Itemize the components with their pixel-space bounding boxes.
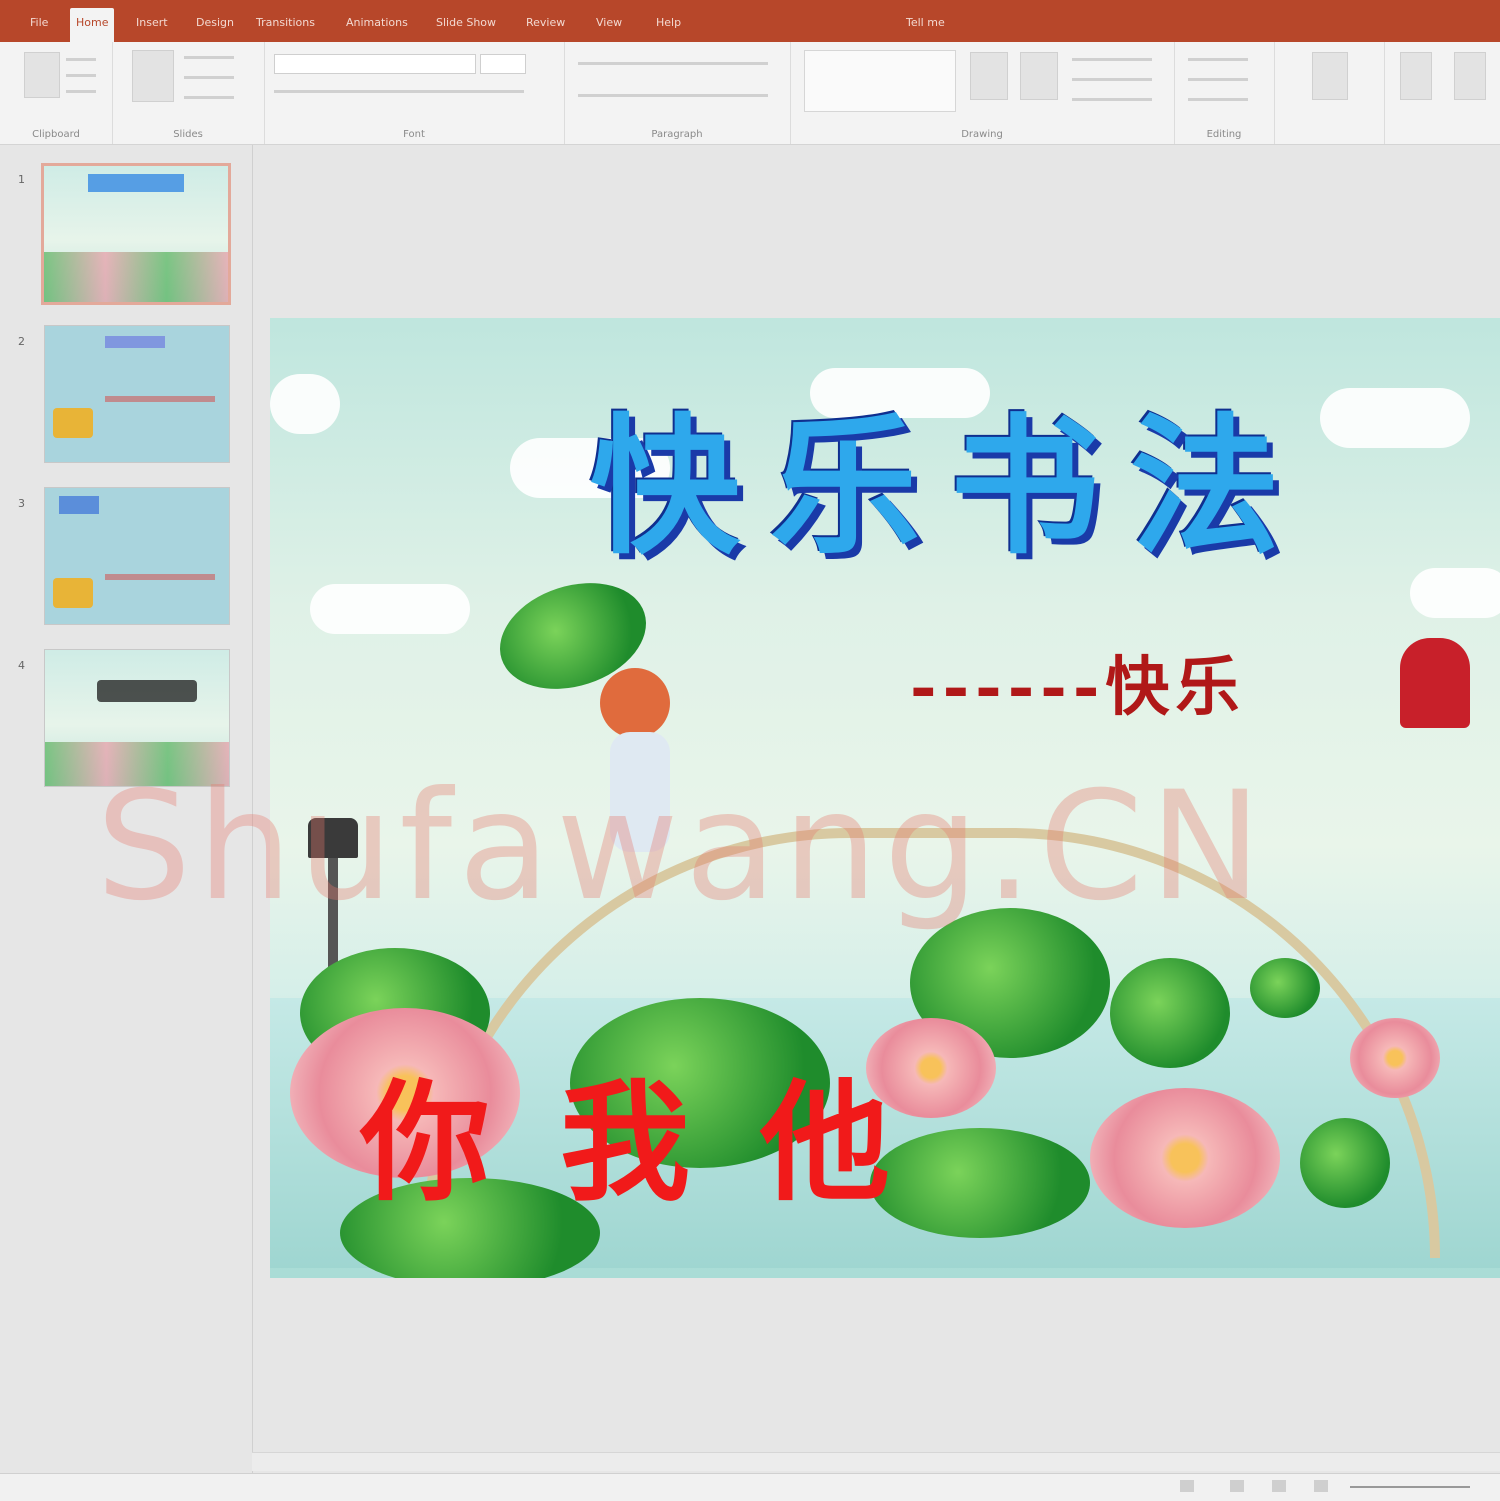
thumbnail-title-mark xyxy=(88,174,184,192)
replace-button[interactable] xyxy=(1188,78,1248,81)
thumbnail-number: 4 xyxy=(18,659,25,672)
tab-review[interactable]: Review xyxy=(520,12,571,34)
alignment-buttons[interactable] xyxy=(578,94,768,97)
cloud-decoration xyxy=(310,584,470,634)
group-extra xyxy=(1384,42,1500,144)
ribbon: Clipboard Slides Font Paragraph Drawing … xyxy=(0,42,1500,145)
cloud-decoration xyxy=(1410,568,1500,618)
group-label-paragraph: Paragraph xyxy=(651,129,703,140)
slide-title[interactable]: 快乐书法 xyxy=(570,366,1330,583)
new-slide-button[interactable] xyxy=(132,50,174,102)
format-painter-button xyxy=(66,90,96,93)
slide-thumbnail-2[interactable] xyxy=(44,325,230,463)
slideshow-icon[interactable] xyxy=(1314,1480,1328,1492)
lotus-flower xyxy=(1090,1088,1280,1228)
design-ideas-button[interactable] xyxy=(1312,52,1348,100)
shapes-gallery[interactable] xyxy=(804,50,956,112)
tab-file[interactable]: File xyxy=(24,12,54,34)
lotus-leaf xyxy=(1250,958,1320,1018)
slide-thumbnail-1[interactable] xyxy=(41,163,231,305)
thumbnail-number: 2 xyxy=(18,335,25,348)
group-drawing: Drawing xyxy=(790,42,1175,144)
thumbnail-text-mark xyxy=(105,574,215,580)
horizontal-scrollbar[interactable] xyxy=(252,1452,1500,1471)
section-button[interactable] xyxy=(184,96,234,99)
lotus-flower xyxy=(1350,1018,1440,1098)
tab-animations[interactable]: Animations xyxy=(340,12,414,34)
group-label-slides: Slides xyxy=(173,129,203,140)
find-button[interactable] xyxy=(1188,58,1248,61)
dictate-button[interactable] xyxy=(1400,52,1432,100)
thumbnail-icon-mark xyxy=(53,578,93,608)
ribbon-tab-bar: File Home Insert Design Transitions Anim… xyxy=(0,0,1500,42)
thumbnail-text-mark xyxy=(105,396,215,402)
slide-thumbnail-3[interactable] xyxy=(44,487,230,625)
lotus-leaf xyxy=(1110,958,1230,1068)
slide-subtitle[interactable]: ------快乐 xyxy=(910,636,1245,728)
copy-button xyxy=(66,74,96,77)
tell-me-search[interactable]: Tell me xyxy=(900,12,951,34)
group-label-font: Font xyxy=(403,129,425,140)
group-designer xyxy=(1274,42,1385,144)
thumbnail-heading-mark xyxy=(105,336,165,348)
watermark-text: Shufawang.CN xyxy=(96,760,1268,934)
tab-transitions[interactable]: Transitions xyxy=(250,12,321,34)
group-clipboard: Clipboard xyxy=(0,42,113,144)
reading-view-icon[interactable] xyxy=(1272,1480,1286,1492)
thumbnail-heading-mark xyxy=(59,496,99,514)
group-paragraph: Paragraph xyxy=(564,42,791,144)
tab-design[interactable]: Design xyxy=(190,12,240,34)
shape-outline-button[interactable] xyxy=(1072,78,1152,81)
thumbnail-lotus-mark xyxy=(44,252,228,302)
group-label-drawing: Drawing xyxy=(961,129,1003,140)
thumbnail-number: 3 xyxy=(18,497,25,510)
girl-figure xyxy=(600,668,670,738)
arrange-button[interactable] xyxy=(970,52,1008,100)
font-size-select[interactable] xyxy=(480,54,526,74)
status-bar xyxy=(0,1473,1500,1501)
tab-insert[interactable]: Insert xyxy=(130,12,174,34)
group-editing: Editing xyxy=(1174,42,1275,144)
normal-view-icon[interactable] xyxy=(1180,1480,1194,1492)
shape-effects-button[interactable] xyxy=(1072,98,1152,101)
tab-home[interactable]: Home xyxy=(70,8,115,42)
thumbnail-number: 1 xyxy=(18,173,25,186)
slide-names[interactable]: 你我他 xyxy=(360,1038,960,1226)
cloud-decoration xyxy=(270,374,340,434)
quick-styles-button[interactable] xyxy=(1020,52,1058,100)
tab-help[interactable]: Help xyxy=(650,12,687,34)
addins-button[interactable] xyxy=(1454,52,1486,100)
thumbnail-title-mark xyxy=(97,680,197,702)
birdhouse xyxy=(1400,638,1470,728)
layout-button[interactable] xyxy=(184,56,234,59)
cut-button xyxy=(66,58,96,61)
group-font: Font xyxy=(264,42,565,144)
tab-slide-show[interactable]: Slide Show xyxy=(430,12,502,34)
font-format-buttons[interactable] xyxy=(274,90,524,93)
group-label-clipboard: Clipboard xyxy=(32,129,80,140)
shape-fill-button[interactable] xyxy=(1072,58,1152,61)
slide-sorter-icon[interactable] xyxy=(1230,1480,1244,1492)
thumbnail-icon-mark xyxy=(53,408,93,438)
group-slides: Slides xyxy=(112,42,265,144)
tab-view[interactable]: View xyxy=(590,12,628,34)
reset-button[interactable] xyxy=(184,76,234,79)
select-button[interactable] xyxy=(1188,98,1248,101)
zoom-slider[interactable] xyxy=(1350,1486,1470,1488)
font-name-select[interactable] xyxy=(274,54,476,74)
list-buttons[interactable] xyxy=(578,62,768,65)
lotus-leaf xyxy=(1300,1118,1390,1208)
group-label-editing: Editing xyxy=(1206,129,1242,140)
cloud-decoration xyxy=(1320,388,1470,448)
paste-button[interactable] xyxy=(24,52,60,98)
